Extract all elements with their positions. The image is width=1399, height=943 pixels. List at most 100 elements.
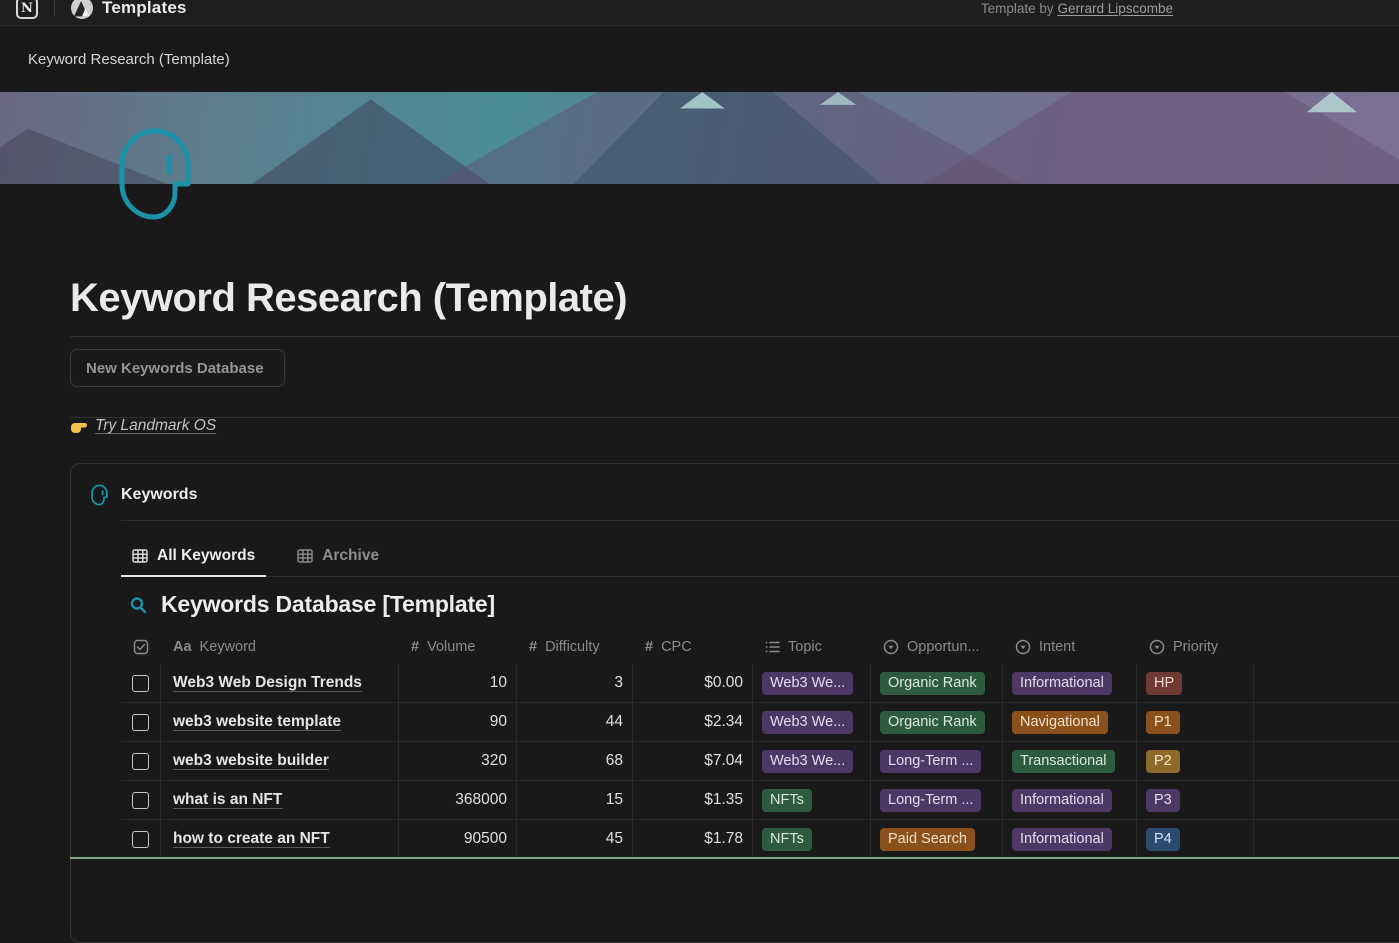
intent-cell[interactable]: Transactional xyxy=(1003,742,1137,780)
empty-cell[interactable] xyxy=(1254,664,1399,702)
page-logo-icon[interactable] xyxy=(117,127,193,221)
topic-cell[interactable]: NFTs xyxy=(753,820,871,858)
volume-cell[interactable]: 90500 xyxy=(399,820,517,858)
column-header-volume[interactable]: # Volume xyxy=(399,629,517,664)
empty-cell[interactable] xyxy=(1254,820,1399,858)
priority-tag: P4 xyxy=(1146,828,1180,851)
difficulty-cell[interactable]: 3 xyxy=(517,664,633,702)
difficulty-cell[interactable]: 45 xyxy=(517,820,633,858)
difficulty-cell[interactable]: 44 xyxy=(517,703,633,741)
empty-cell[interactable] xyxy=(1254,703,1399,741)
difficulty-cell[interactable]: 15 xyxy=(517,781,633,819)
priority-cell[interactable]: P1 xyxy=(1137,703,1254,741)
database-view-tabs: All Keywords Archive xyxy=(121,536,1399,577)
template-author-link[interactable]: Gerrard Lipscombe xyxy=(1057,1,1173,16)
priority-cell[interactable]: P3 xyxy=(1137,781,1254,819)
intent-cell[interactable]: Navigational xyxy=(1003,703,1137,741)
column-header-keyword[interactable]: Aa Keyword xyxy=(161,629,399,664)
table-row: web3 website builder 320 68 $7.04 Web3 W… xyxy=(121,742,1399,781)
templates-logo-icon[interactable] xyxy=(71,0,93,19)
top-navigation-bar: N Templates Template by Gerrard Lipscomb… xyxy=(0,0,1399,26)
database-title[interactable]: Keywords Database [Template] xyxy=(161,591,495,618)
select-all-checkbox[interactable] xyxy=(121,629,161,664)
difficulty-cell[interactable]: 68 xyxy=(517,742,633,780)
opportunity-cell[interactable]: Paid Search xyxy=(871,820,1003,858)
priority-tag: HP xyxy=(1146,672,1182,695)
column-header-cpc[interactable]: # CPC xyxy=(633,629,753,664)
opportunity-cell[interactable]: Organic Rank xyxy=(871,703,1003,741)
opportunity-cell[interactable]: Long-Term ... xyxy=(871,781,1003,819)
empty-cell[interactable] xyxy=(1254,742,1399,780)
tab-label: Archive xyxy=(322,547,379,565)
opportunity-tag: Paid Search xyxy=(880,828,975,851)
volume-cell[interactable]: 320 xyxy=(399,742,517,780)
notion-logo-icon[interactable]: N xyxy=(16,0,38,19)
brand-title[interactable]: Templates xyxy=(102,0,187,18)
intent-tag: Informational xyxy=(1012,789,1112,812)
intent-tag: Navigational xyxy=(1012,711,1108,734)
cpc-cell[interactable]: $1.78 xyxy=(633,820,753,858)
table-row: how to create an NFT 90500 45 $1.78 NFTs… xyxy=(121,820,1399,859)
column-header-difficulty[interactable]: # Difficulty xyxy=(517,629,633,664)
row-checkbox[interactable] xyxy=(132,753,149,770)
intent-cell[interactable]: Informational xyxy=(1003,781,1137,819)
priority-cell[interactable]: HP xyxy=(1137,664,1254,702)
cpc-cell[interactable]: $0.00 xyxy=(633,664,753,702)
column-header-priority[interactable]: Priority xyxy=(1137,629,1254,664)
topic-tag: Web3 We... xyxy=(762,711,853,734)
row-checkbox[interactable] xyxy=(132,675,149,692)
volume-cell[interactable]: 368000 xyxy=(399,781,517,819)
topic-cell[interactable]: NFTs xyxy=(753,781,871,819)
column-header-intent[interactable]: Intent xyxy=(1003,629,1137,664)
keyword-cell[interactable]: how to create an NFT xyxy=(161,820,399,858)
cpc-cell[interactable]: $7.04 xyxy=(633,742,753,780)
row-checkbox[interactable] xyxy=(132,714,149,731)
row-checkbox[interactable] xyxy=(132,831,149,848)
table-view-icon xyxy=(132,548,148,564)
template-byline: Template by xyxy=(981,1,1058,16)
page-cover-image[interactable] xyxy=(0,92,1399,184)
topic-tag: NFTs xyxy=(762,789,812,812)
empty-cell[interactable] xyxy=(1254,781,1399,819)
priority-cell[interactable]: P2 xyxy=(1137,742,1254,780)
topic-cell[interactable]: Web3 We... xyxy=(753,664,871,702)
topic-cell[interactable]: Web3 We... xyxy=(753,703,871,741)
topic-cell[interactable]: Web3 We... xyxy=(753,742,871,780)
table-header-row: Aa Keyword # Volume # Difficulty # CPC xyxy=(121,629,1399,664)
keyword-cell[interactable]: what is an NFT xyxy=(161,781,399,819)
priority-cell[interactable]: P4 xyxy=(1137,820,1254,858)
keyword-cell[interactable]: web3 website builder xyxy=(161,742,399,780)
cpc-cell[interactable]: $2.34 xyxy=(633,703,753,741)
divider xyxy=(70,336,1399,337)
select-property-icon xyxy=(1149,639,1165,655)
cpc-cell[interactable]: $1.35 xyxy=(633,781,753,819)
topic-tag: Web3 We... xyxy=(762,750,853,773)
volume-cell[interactable]: 90 xyxy=(399,703,517,741)
intent-cell[interactable]: Informational xyxy=(1003,664,1137,702)
keyword-cell[interactable]: web3 website template xyxy=(161,703,399,741)
column-header-topic[interactable]: Topic xyxy=(753,629,871,664)
opportunity-cell[interactable]: Organic Rank xyxy=(871,664,1003,702)
keyword-cell[interactable]: Web3 Web Design Trends xyxy=(161,664,399,702)
select-property-icon xyxy=(1015,639,1031,655)
intent-tag: Informational xyxy=(1012,672,1112,695)
priority-tag: P2 xyxy=(1146,750,1180,773)
opportunity-tag: Organic Rank xyxy=(880,672,985,695)
opportunity-cell[interactable]: Long-Term ... xyxy=(871,742,1003,780)
try-landmark-os-link[interactable]: Try Landmark OS xyxy=(95,417,216,435)
multi-select-property-icon xyxy=(765,640,780,654)
breadcrumb-bar: Keyword Research (Template) xyxy=(0,27,1399,92)
tab-archive[interactable]: Archive xyxy=(286,536,390,576)
tab-all-keywords[interactable]: All Keywords xyxy=(121,536,266,577)
opportunity-tag: Long-Term ... xyxy=(880,789,981,812)
keywords-callout: Keywords All Keywords Archive xyxy=(70,463,1399,943)
new-keywords-database-button[interactable]: New Keywords Database xyxy=(70,349,285,387)
breadcrumb[interactable]: Keyword Research (Template) xyxy=(28,51,230,68)
column-header-opportunity[interactable]: Opportun... xyxy=(871,629,1003,664)
volume-cell[interactable]: 10 xyxy=(399,664,517,702)
divider xyxy=(70,417,1399,418)
title-property-icon: Aa xyxy=(173,639,192,655)
intent-cell[interactable]: Informational xyxy=(1003,820,1137,858)
row-checkbox[interactable] xyxy=(132,792,149,809)
intent-tag: Informational xyxy=(1012,828,1112,851)
